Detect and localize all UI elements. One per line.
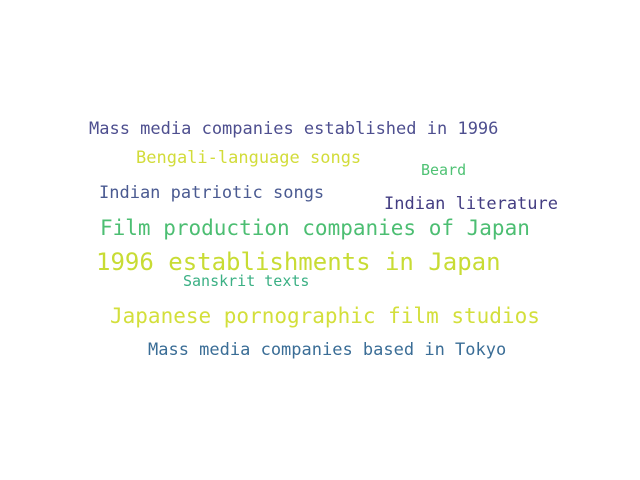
word-mass-media-companies-established-1996: Mass media companies established in 1996 (89, 119, 499, 139)
word-sanskrit-texts: Sanskrit texts (183, 272, 310, 290)
word-mass-media-companies-tokyo: Mass media companies based in Tokyo (148, 340, 507, 360)
word-film-production-companies-japan: Film production companies of Japan (100, 216, 530, 240)
word-cloud: Mass media companies established in 1996… (0, 0, 640, 480)
word-beard: Beard (421, 161, 467, 179)
word-japanese-pornographic-film-studios: Japanese pornographic film studios (110, 304, 540, 328)
word-indian-literature: Indian literature (384, 194, 558, 214)
word-bengali-language-songs: Bengali-language songs (136, 148, 362, 168)
word-1996-establishments-japan: 1996 establishments in Japan (96, 248, 501, 276)
word-indian-patriotic-songs: Indian patriotic songs (99, 183, 325, 203)
